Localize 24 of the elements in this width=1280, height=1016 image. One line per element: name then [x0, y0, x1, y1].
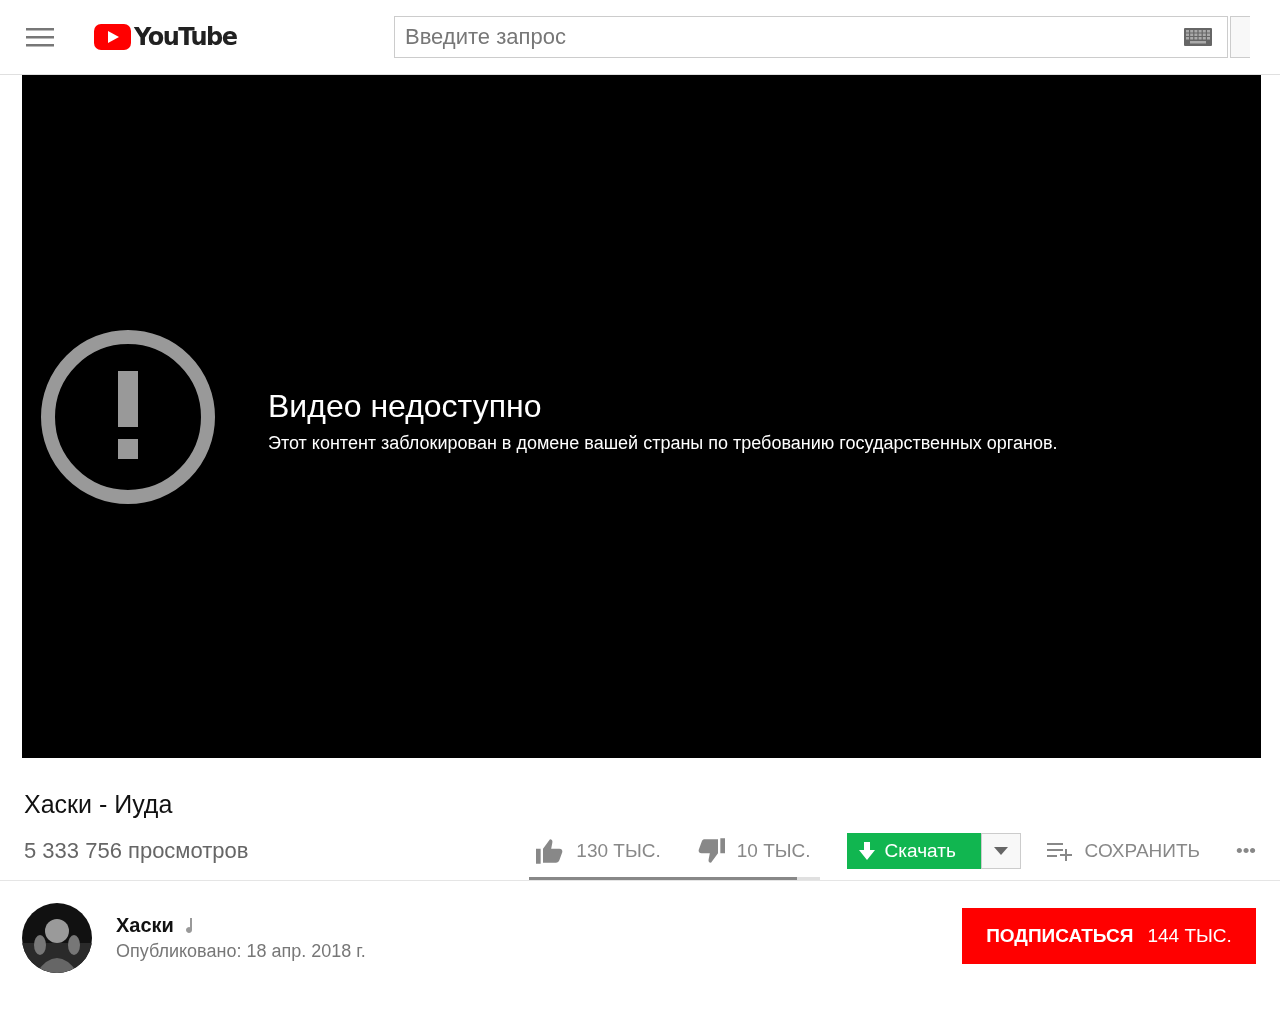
playlist-add-icon — [1046, 841, 1073, 861]
logo-text[interactable]: YouTube — [134, 23, 237, 51]
publish-date: Опубликовано: 18 апр. 2018 г. — [116, 941, 367, 962]
error-title: Видео недоступно — [268, 387, 543, 425]
dropdown-button[interactable] — [980, 833, 1021, 869]
save-button[interactable]: СОХРАНИТЬ — [1046, 840, 1201, 862]
warning-icon — [40, 328, 216, 505]
more-button[interactable]: ••• — [1236, 840, 1256, 862]
caret-icon — [993, 847, 1008, 855]
channel-name[interactable]: Хаски — [116, 914, 174, 937]
search-field[interactable]: Введите запрос — [394, 16, 1228, 58]
thumbs-up-icon — [536, 838, 565, 864]
error-message: Этот контент заблокирован в домене вашей страны по требованию государственных органов. — [268, 432, 1058, 454]
thumbs-down-icon — [696, 838, 725, 864]
like-button[interactable]: 130 ТЫС. — [536, 838, 661, 864]
dislike-button[interactable]: 10 ТЫС. — [696, 838, 811, 864]
video-title: Хаски - Иуда — [24, 790, 174, 819]
download-button[interactable]: Скачать — [846, 833, 981, 869]
download-arrow-icon — [858, 842, 875, 860]
subscribe-button[interactable]: ПОДПИСАТЬСЯ 144 ТЫС. — [962, 908, 1256, 964]
menu-icon[interactable] — [26, 27, 54, 47]
keyboard-icon[interactable] — [1184, 28, 1212, 46]
play-logo-icon — [94, 24, 131, 50]
view-count: 5 333 756 просмотров — [24, 838, 250, 864]
